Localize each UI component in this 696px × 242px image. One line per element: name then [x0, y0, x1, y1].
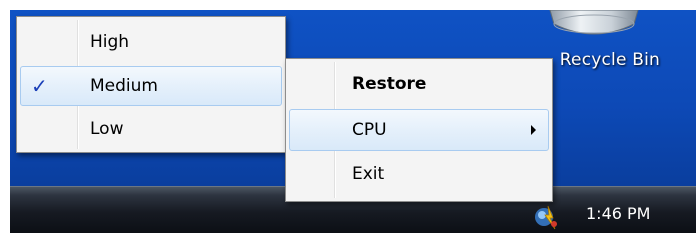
menu-item-restore[interactable]: Restore: [289, 65, 549, 103]
menu-item-label: Low: [90, 119, 124, 139]
cpu-priority-submenu: High ✓ Medium Low: [16, 16, 286, 153]
menu-item-label: Restore: [352, 74, 427, 94]
menu-item-label: High: [90, 32, 130, 52]
taskbar-clock[interactable]: 1:46 PM: [586, 204, 650, 223]
menu-item-label: Exit: [352, 164, 385, 184]
screen: Recycle Bin 1:46 PM High ✓ Medium Low Re…: [0, 0, 696, 242]
menu-item-label: Medium: [90, 76, 158, 96]
tray-context-menu: Restore CPU Exit: [285, 58, 553, 202]
menu-item-high[interactable]: High: [20, 23, 282, 61]
menu-item-exit[interactable]: Exit: [289, 155, 549, 193]
menu-item-medium[interactable]: ✓ Medium: [20, 66, 282, 106]
recycle-bin-icon[interactable]: [544, 10, 644, 44]
checkmark-icon: ✓: [31, 74, 48, 98]
menu-item-cpu[interactable]: CPU: [289, 109, 549, 151]
submenu-arrow-icon: [531, 125, 536, 135]
menu-item-low[interactable]: Low: [20, 110, 282, 148]
cpu-monitor-tray-icon[interactable]: [532, 202, 562, 230]
menu-item-label: CPU: [352, 120, 387, 140]
